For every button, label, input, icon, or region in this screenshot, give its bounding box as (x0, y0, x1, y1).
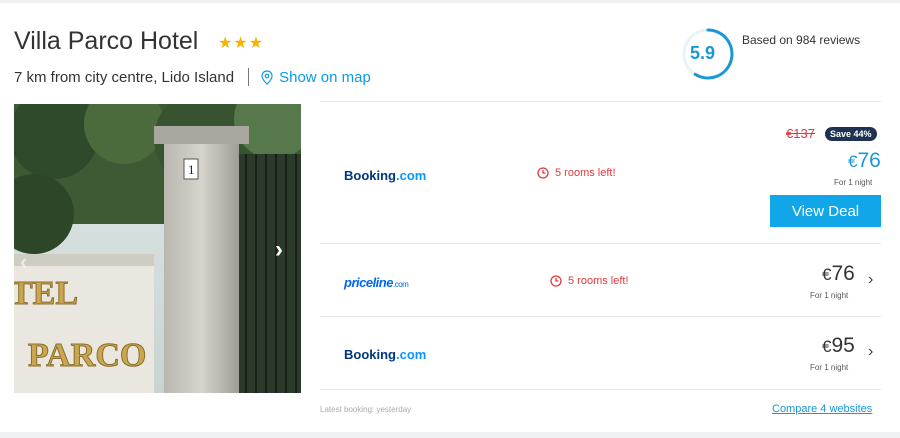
hotel-photo[interactable]: 1 TEL PARCO (14, 104, 301, 393)
provider-suffix: .com (392, 280, 409, 289)
save-badge: Save 44% (825, 127, 877, 141)
gallery-next-icon[interactable]: › (275, 236, 283, 264)
hotel-card: Villa Parco Hotel ★★★ 7 km from city cen… (0, 3, 900, 432)
chevron-right-icon[interactable]: › (868, 271, 873, 289)
provider-logo-booking[interactable]: Booking.com (344, 168, 426, 183)
deal-price: €76 (848, 149, 881, 173)
compare-websites-link[interactable]: Compare 4 websites (772, 403, 872, 415)
show-on-map-link[interactable]: Show on map (261, 69, 371, 86)
provider-name: priceline (344, 275, 393, 290)
score-value: 5.9 (690, 43, 716, 63)
gallery-prev-icon[interactable]: ‹ (20, 249, 27, 275)
clock-icon (537, 167, 549, 179)
view-deal-button[interactable]: View Deal (770, 195, 881, 227)
hotel-gate-image: 1 TEL PARCO (14, 104, 301, 393)
price-value: 76 (857, 149, 881, 172)
per-night-label: For 1 night (834, 178, 873, 187)
per-night-label: For 1 night (810, 363, 849, 372)
svg-text:1: 1 (188, 162, 195, 177)
hotel-name[interactable]: Villa Parco Hotel (14, 27, 198, 56)
deal-price: €95 (822, 334, 855, 358)
latest-booking-text: Latest booking: yesterday (320, 405, 412, 414)
deal-price: €76 (822, 262, 855, 286)
provider-name: Booking (344, 168, 396, 183)
offer-divider (320, 389, 881, 390)
chevron-right-icon[interactable]: › (868, 343, 873, 361)
location-text: 7 km from city centre, Lido Island (14, 68, 235, 86)
map-pin-icon (261, 69, 273, 85)
provider-suffix: .com (396, 347, 427, 362)
provider-logo-priceline[interactable]: priceline.com (344, 275, 409, 290)
offer-divider (320, 316, 881, 317)
price-value: 76 (831, 262, 855, 285)
original-price: €137 (786, 126, 815, 141)
price-value: 95 (831, 334, 855, 357)
svg-text:PARCO: PARCO (28, 337, 146, 374)
show-on-map-label: Show on map (279, 68, 371, 86)
provider-logo-booking[interactable]: Booking.com (344, 347, 426, 362)
rooms-left-alert: 5 rooms left! (550, 275, 629, 287)
offer-divider (320, 243, 881, 244)
offer-divider (320, 101, 881, 102)
svg-text:TEL: TEL (14, 275, 78, 312)
rooms-left-text: 5 rooms left! (555, 167, 616, 179)
star-rating-icon: ★★★ (218, 35, 265, 52)
divider (248, 68, 250, 86)
rooms-left-alert: 5 rooms left! (537, 167, 616, 179)
per-night-label: For 1 night (810, 291, 849, 300)
reviews-count[interactable]: Based on 984 reviews (742, 33, 860, 47)
clock-icon (550, 275, 562, 287)
provider-suffix: .com (396, 168, 427, 183)
provider-name: Booking (344, 347, 396, 362)
rooms-left-text: 5 rooms left! (568, 275, 629, 287)
rating-score: 5.9 (680, 23, 736, 85)
location-line: 7 km from city centre, Lido Island Show … (14, 68, 371, 86)
